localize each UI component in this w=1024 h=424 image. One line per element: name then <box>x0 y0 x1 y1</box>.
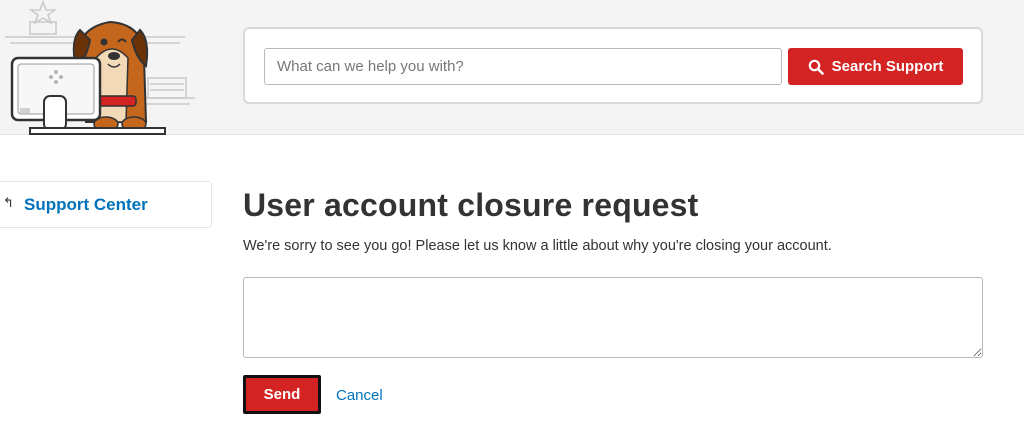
search-input[interactable] <box>264 48 782 85</box>
page-description: We're sorry to see you go! Please let us… <box>243 238 832 254</box>
return-arrow-icon: ↰ <box>3 195 14 210</box>
mascot-illustration <box>5 0 195 135</box>
support-header: Search Support <box>0 0 1024 135</box>
search-support-button[interactable]: Search Support <box>788 48 963 85</box>
search-button-label: Search Support <box>831 58 944 75</box>
closure-reason-textarea[interactable] <box>243 277 983 358</box>
cancel-link[interactable]: Cancel <box>336 387 383 404</box>
page-title: User account closure request <box>243 187 699 223</box>
search-icon <box>808 59 824 75</box>
send-button[interactable]: Send <box>243 375 321 414</box>
support-center-link[interactable]: Support Center <box>24 195 148 215</box>
search-panel: Search Support <box>243 27 983 104</box>
sidebar-nav: ↰ Support Center <box>0 181 212 228</box>
